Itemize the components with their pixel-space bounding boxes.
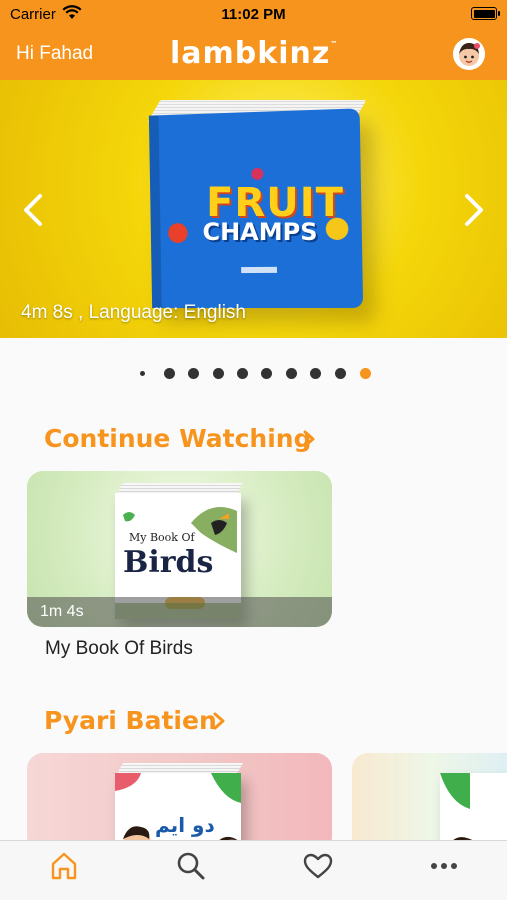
page-dot[interactable] (188, 368, 199, 379)
card-title[interactable]: My Book Of Birds (45, 638, 193, 660)
page-dot[interactable] (261, 368, 272, 379)
heart-icon (303, 853, 333, 879)
page-dot[interactable] (164, 368, 175, 379)
more-icon (431, 863, 457, 869)
page-dot[interactable] (335, 368, 346, 379)
page-dot[interactable] (237, 368, 248, 379)
section-title-pyari-batien[interactable]: Pyari Batien (44, 706, 217, 735)
status-bar: Carrier 11:02 PM (0, 0, 507, 28)
app-screen: Carrier 11:02 PM Hi Fahad lambkinz™ FRUI… (0, 0, 507, 900)
search-icon (177, 852, 205, 880)
header-bar: Carrier 11:02 PM Hi Fahad lambkinz™ (0, 0, 507, 80)
continue-watching-card[interactable]: My Book Of Birds 1m 4s (27, 471, 332, 627)
hero-carousel[interactable]: FRUIT CHAMPS 4m 8s , Language: English (0, 80, 507, 338)
hero-caption: 4m 8s , Language: English (21, 302, 246, 323)
chevron-right-icon (465, 194, 483, 226)
tab-home[interactable] (47, 849, 81, 883)
hero-book-subtitle: CHAMPS (202, 218, 318, 246)
card-duration: 1m 4s (40, 603, 84, 620)
tab-bar (0, 840, 507, 900)
tab-more[interactable] (427, 849, 461, 883)
tab-search[interactable] (174, 849, 208, 883)
pyari-batien-card[interactable] (352, 753, 507, 853)
chevron-right-icon[interactable] (302, 429, 316, 449)
page-dot[interactable] (140, 371, 145, 376)
battery-icon (471, 7, 500, 20)
brand-logo: lambkinz™ (170, 36, 339, 71)
carousel-prev-button[interactable] (18, 190, 48, 230)
page-dot[interactable] (310, 368, 321, 379)
home-icon (51, 852, 77, 880)
page-dot-active[interactable] (360, 368, 371, 379)
urdu-book-title: دو ایم (155, 813, 215, 837)
carousel-page-dots (140, 368, 380, 380)
greeting-text: Hi Fahad (16, 43, 94, 64)
card-book-title: Birds (123, 545, 214, 580)
profile-avatar[interactable] (453, 38, 485, 70)
section-title-continue-watching[interactable]: Continue Watching (44, 424, 311, 453)
chevron-right-icon[interactable] (212, 711, 226, 731)
chevron-left-icon (24, 194, 42, 226)
clock: 11:02 PM (221, 6, 286, 23)
carousel-next-button[interactable] (459, 190, 489, 230)
page-dot[interactable] (286, 368, 297, 379)
page-dot[interactable] (213, 368, 224, 379)
card-book-subtitle: My Book Of (129, 531, 195, 544)
tab-favorites[interactable] (301, 849, 335, 883)
pyari-batien-card[interactable]: دو ایم (27, 753, 332, 853)
